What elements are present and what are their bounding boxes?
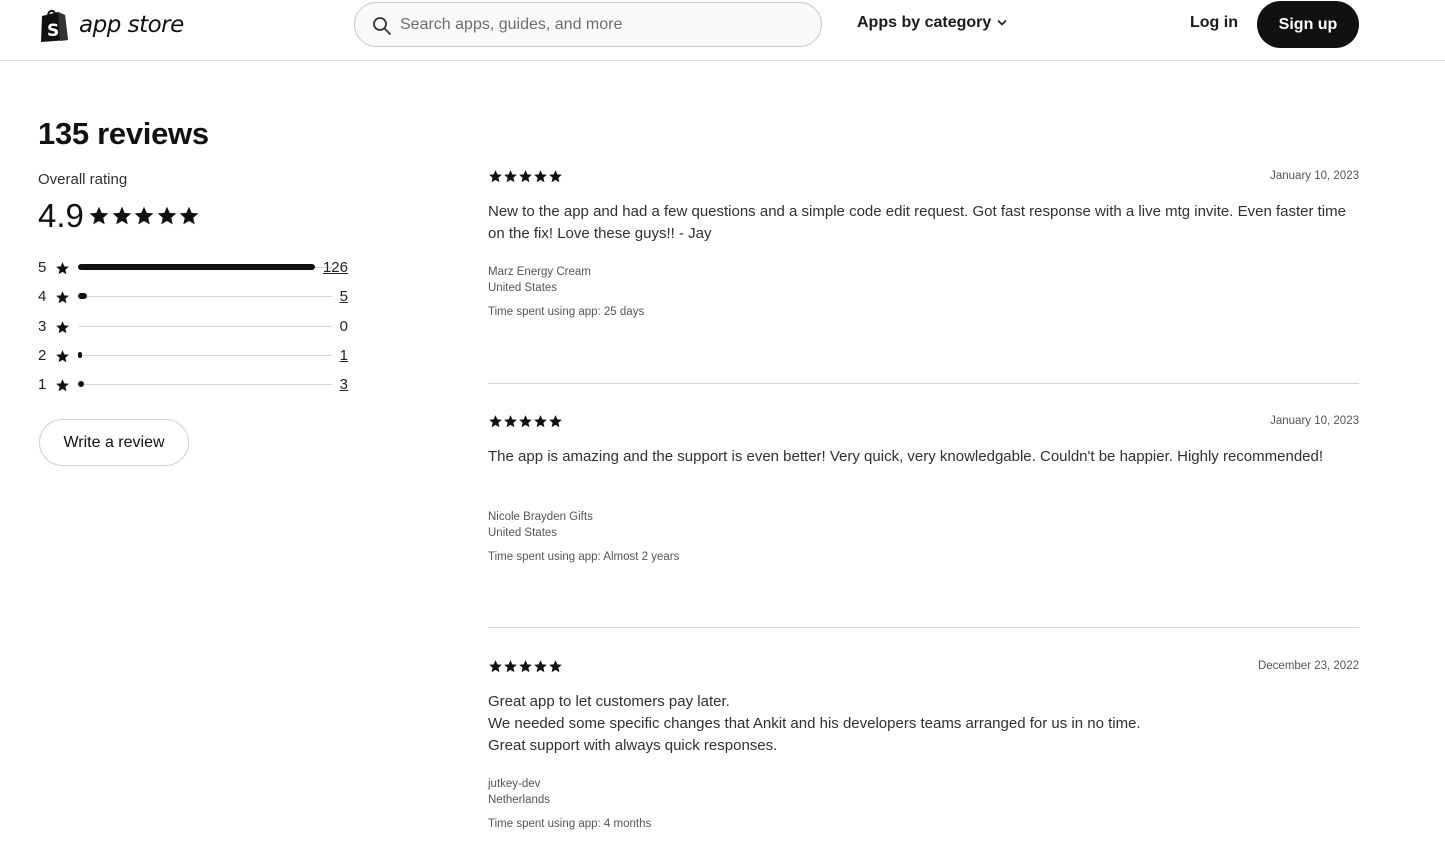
review-divider (488, 383, 1359, 384)
rating-row-stars: 5 (38, 259, 47, 276)
time-spent-using-app: Time spent using app: 4 months (488, 818, 652, 830)
review-text: The app is amazing and the support is ev… (488, 446, 1348, 468)
shopify-bag-icon: S (41, 9, 68, 42)
review-text-line: Great app to let customers pay later. (488, 693, 730, 710)
rating-row-stars: 4 (38, 288, 47, 305)
top-nav: S app store Apps by category Log in Sign… (0, 0, 1445, 61)
reviewer-info: jutkey-dev Netherlands Time spent using ap… (488, 776, 651, 832)
review-rating-stars (488, 659, 563, 674)
review-rating-stars (488, 169, 563, 184)
review-card: December 23, 2022 Great app to let custom… (488, 659, 1359, 850)
rating-row-count[interactable]: 126 (323, 259, 348, 276)
overall-rating-label: Overall rating (38, 171, 128, 188)
review-text-line: The app is amazing and the support is ev… (488, 448, 1324, 465)
search-icon (373, 17, 391, 35)
star-icon (157, 206, 176, 225)
review-text-line: We needed some specific changes that Ank… (488, 715, 1141, 732)
rating-bar-track (78, 355, 332, 356)
rating-bar-fill (78, 352, 82, 358)
reviewer-store-name: Nicole Brayden Gifts (488, 511, 593, 523)
write-review-button[interactable]: Write a review (39, 419, 189, 466)
star-icon (89, 206, 109, 225)
star-icon (504, 415, 517, 428)
reviewer-country: Netherlands (488, 794, 551, 806)
star-icon (519, 170, 532, 183)
rating-bar-fill (78, 381, 84, 387)
rating-row-4[interactable]: 45 (38, 287, 348, 307)
rating-bar-track (78, 296, 332, 297)
star-icon (519, 660, 532, 673)
review-date: December 23, 2022 (1257, 660, 1359, 672)
search-bar[interactable] (354, 2, 822, 47)
login-link[interactable]: Log in (1190, 14, 1238, 32)
reviewer-store-name: Marz Energy Cream (488, 266, 591, 278)
chevron-down-icon (997, 20, 1007, 26)
time-spent-using-app: Time spent using app: Almost 2 years (488, 551, 680, 563)
star-icon (56, 379, 69, 392)
overall-rating-value: 4.9 (38, 197, 84, 234)
review-date: January 10, 2023 (1270, 170, 1359, 182)
rating-row-stars: 2 (38, 347, 47, 364)
star-icon (534, 660, 547, 673)
rating-row-1[interactable]: 13 (38, 375, 348, 395)
rating-row-count[interactable]: 3 (340, 376, 348, 393)
rating-row-count[interactable]: 5 (340, 288, 348, 305)
review-card: January 10, 2023 New to the app and had a… (488, 169, 1359, 369)
search-input[interactable] (400, 13, 800, 37)
overall-rating-stars (88, 205, 201, 227)
rating-bar-track (78, 326, 332, 327)
logo-text: app store (79, 12, 184, 38)
star-icon (489, 660, 502, 673)
reviews-heading: 135 reviews (38, 116, 209, 151)
rating-row-count[interactable]: 1 (340, 347, 348, 364)
signup-button[interactable]: Sign up (1257, 1, 1359, 48)
rating-bar-track (78, 384, 332, 385)
star-icon (519, 415, 532, 428)
rating-row-2[interactable]: 21 (38, 346, 348, 366)
star-icon (549, 415, 562, 428)
star-icon (489, 170, 502, 183)
rating-row-5[interactable]: 5 126 (38, 258, 348, 278)
rating-row-3: 30 (38, 317, 348, 337)
star-icon (112, 206, 131, 225)
time-spent-using-app: Time spent using app: 25 days (488, 306, 645, 318)
review-text-line: New to the app and had a few questions a… (488, 203, 1346, 242)
review-text-line: Great support with always quick response… (488, 737, 778, 754)
rating-row-count: 0 (339, 318, 348, 335)
apps-by-category-label: Apps by category (857, 14, 992, 31)
review-card: January 10, 2023 The app is amazing and t… (488, 414, 1359, 614)
review-divider (488, 627, 1359, 628)
review-rating-stars (488, 414, 563, 429)
shopify-app-store-logo[interactable]: S app store (38, 8, 184, 42)
star-icon (134, 206, 154, 225)
apps-by-category-dropdown[interactable]: Apps by category (857, 14, 1007, 32)
star-icon (56, 321, 69, 334)
star-icon (489, 415, 502, 428)
star-icon (504, 660, 517, 673)
star-icon (549, 170, 562, 183)
rating-bar-fill (78, 293, 87, 299)
star-icon (56, 350, 69, 363)
star-icon (504, 170, 517, 183)
rating-row-stars: 3 (38, 318, 47, 335)
svg-text:S: S (47, 21, 59, 41)
reviewer-country: United States (488, 282, 558, 294)
star-icon (56, 291, 69, 304)
star-icon (179, 206, 199, 225)
star-icon (534, 170, 547, 183)
reviewer-info: Nicole Brayden Gifts United States Time sp… (488, 509, 679, 565)
star-icon (549, 660, 562, 673)
star-icon (534, 415, 547, 428)
reviewer-info: Marz Energy Cream United States Time spent… (488, 264, 644, 320)
rating-bar-fill (78, 264, 315, 270)
star-icon (56, 262, 69, 275)
review-text: New to the app and had a few questions a… (488, 201, 1348, 245)
review-date: January 10, 2023 (1270, 415, 1359, 427)
reviewer-country: United States (488, 527, 558, 539)
reviewer-store-name: jutkey-dev (488, 778, 541, 790)
rating-row-stars: 1 (38, 376, 47, 393)
review-text: Great app to let customers pay later. We … (488, 691, 1348, 757)
